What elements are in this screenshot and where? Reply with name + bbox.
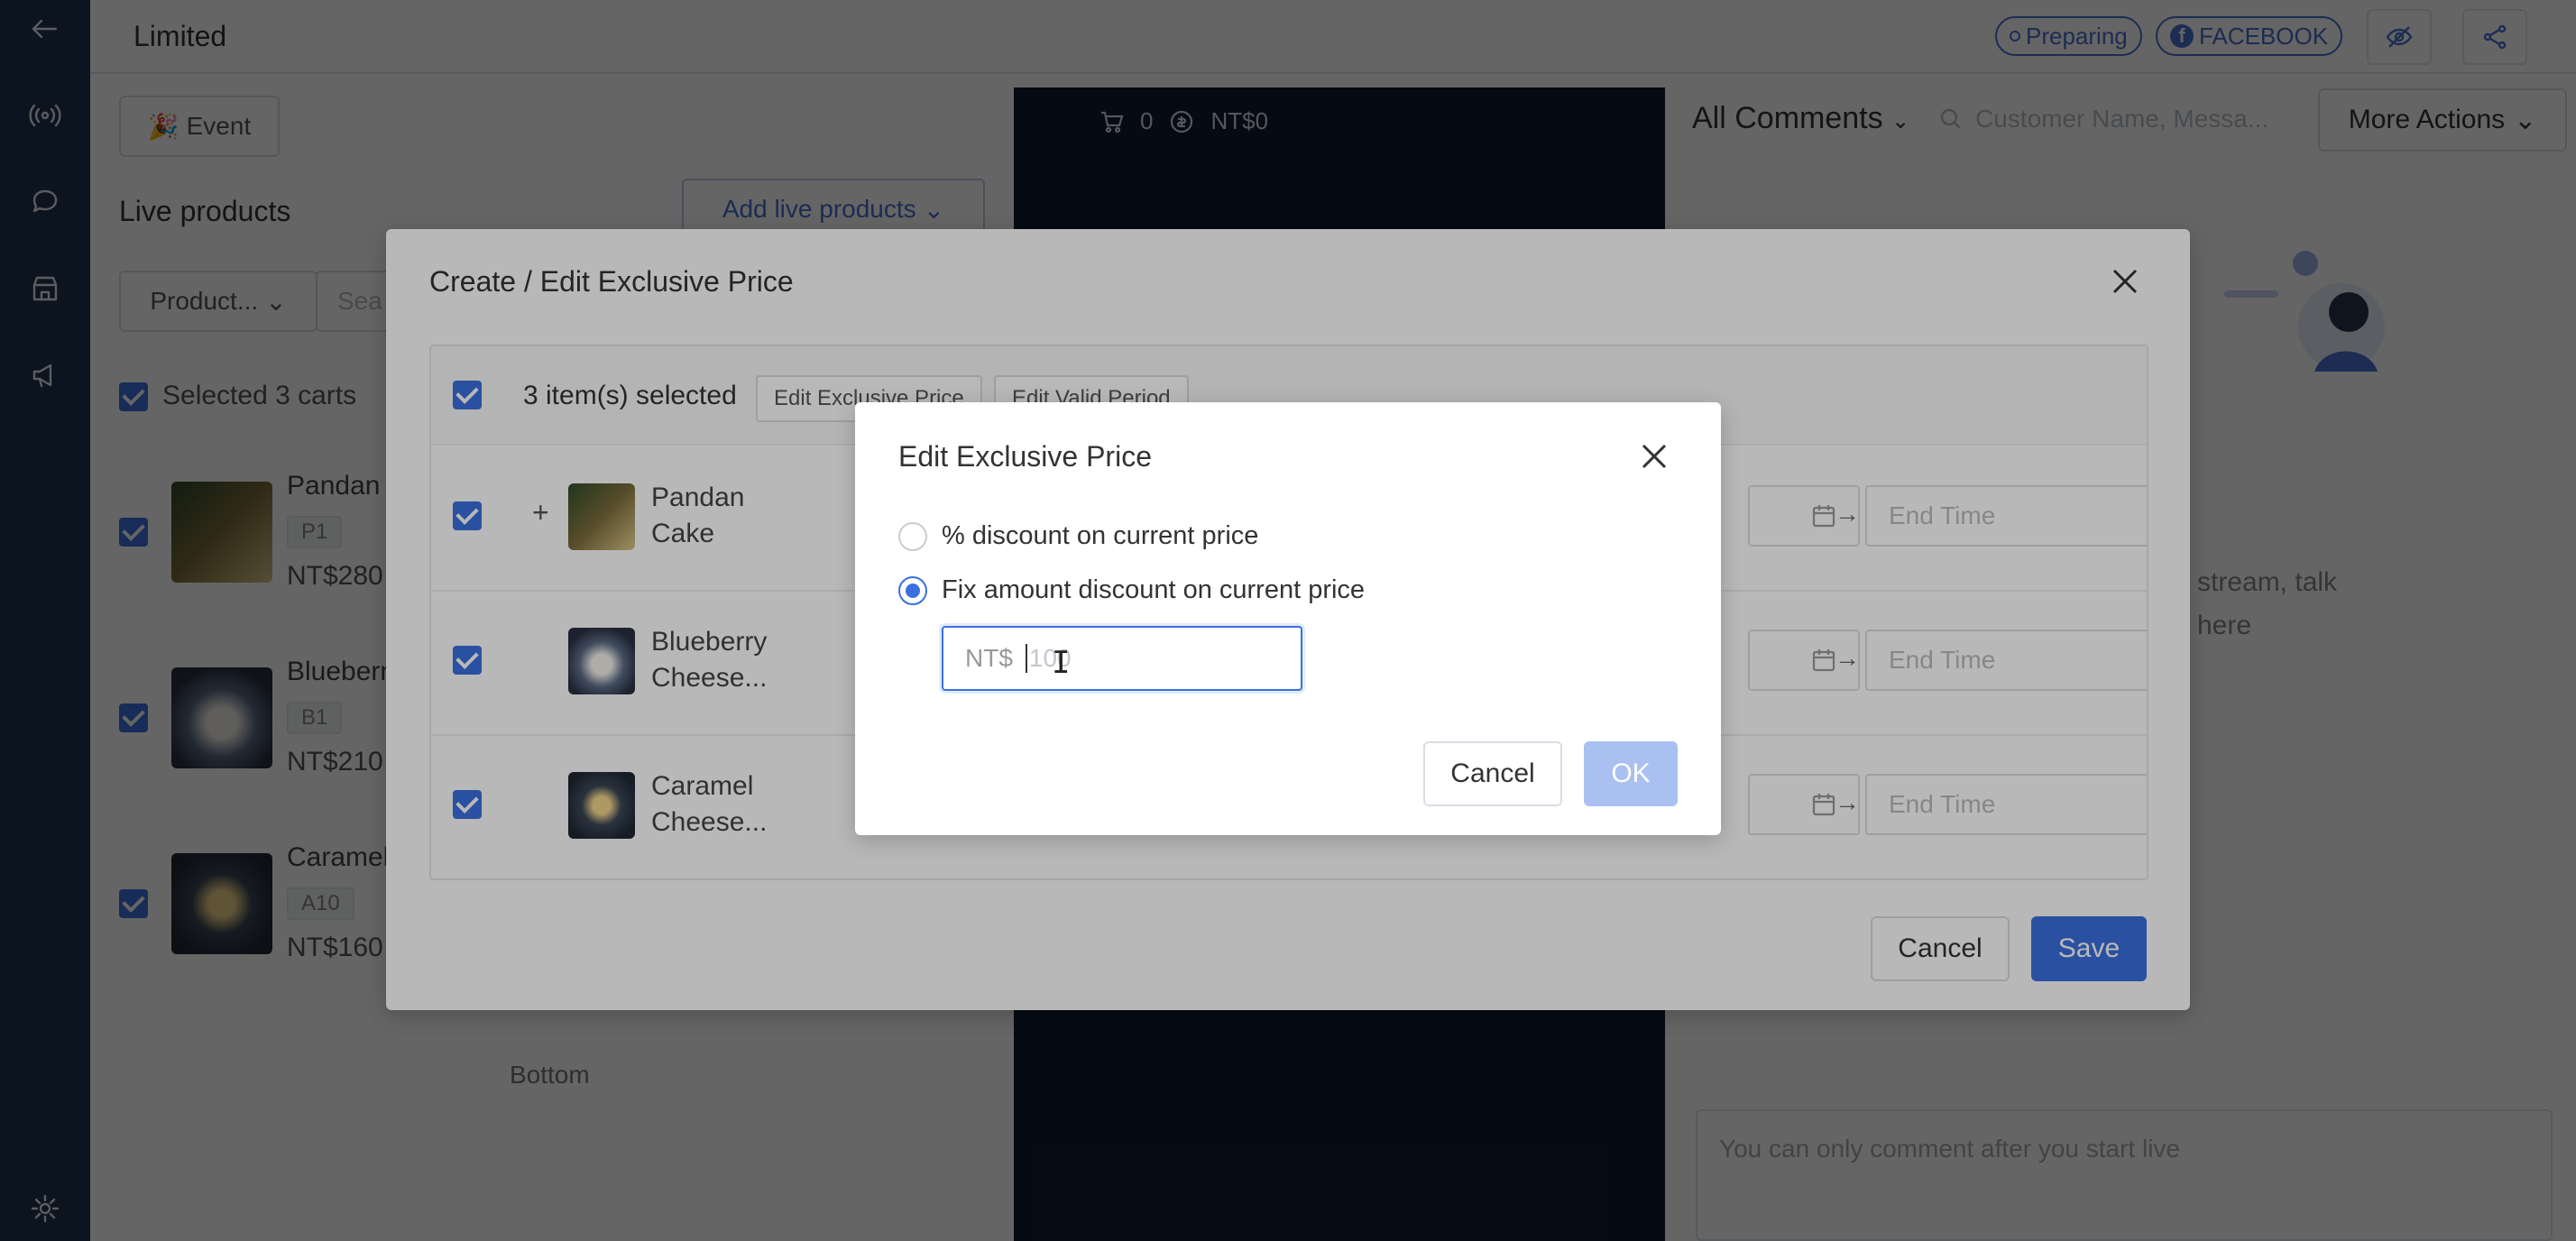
- dialog-title: Edit Exclusive Price: [898, 440, 1152, 473]
- cancel-button[interactable]: Cancel: [1423, 741, 1562, 806]
- fixed-option-label: Fix amount discount on current price: [942, 575, 1366, 604]
- text-cursor-icon: I: [1052, 645, 1071, 681]
- fixed-discount-option[interactable]: Fix amount discount on current price: [898, 575, 1365, 605]
- percent-discount-option[interactable]: % discount on current price: [898, 521, 1258, 551]
- edit-exclusive-price-dialog: Edit Exclusive Price % discount on curre…: [855, 402, 1721, 835]
- percent-radio[interactable]: [898, 521, 927, 551]
- currency-prefix: NT$: [965, 644, 1013, 672]
- discount-amount-input[interactable]: NT$ 100: [942, 626, 1302, 691]
- ok-button[interactable]: OK: [1584, 741, 1678, 806]
- fixed-radio[interactable]: [898, 575, 927, 605]
- text-caret: [1025, 644, 1027, 673]
- percent-option-label: % discount on current price: [942, 521, 1259, 550]
- close-icon[interactable]: [1636, 438, 1672, 474]
